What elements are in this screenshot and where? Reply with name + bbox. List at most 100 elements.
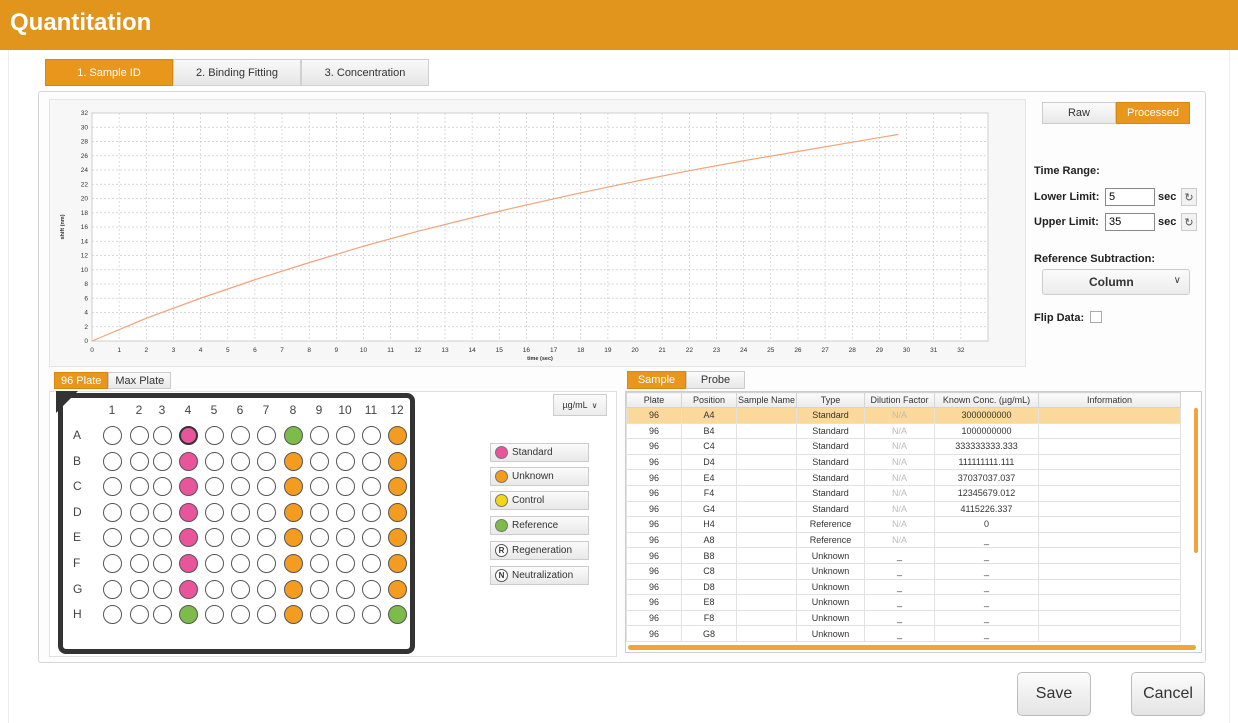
well-unknown[interactable] [283, 579, 303, 599]
unit-select[interactable]: µg/mL ∨ [553, 394, 607, 416]
well[interactable] [129, 527, 149, 547]
well[interactable] [152, 502, 172, 522]
well[interactable] [256, 604, 276, 624]
well[interactable] [309, 451, 329, 471]
reset-lower-icon[interactable]: ↻ [1181, 188, 1197, 206]
well[interactable] [230, 579, 250, 599]
well[interactable] [361, 502, 381, 522]
well-unknown[interactable] [283, 553, 303, 573]
tab-concentration[interactable]: 3. Concentration [301, 59, 429, 86]
plate-row-label[interactable]: F [73, 556, 87, 570]
well[interactable] [361, 476, 381, 496]
plate-row-label[interactable]: C [73, 479, 87, 493]
column-header[interactable]: Position [681, 392, 737, 408]
well[interactable] [152, 451, 172, 471]
well[interactable] [129, 579, 149, 599]
well[interactable] [204, 502, 224, 522]
well[interactable] [309, 579, 329, 599]
well[interactable] [204, 476, 224, 496]
well-reference[interactable] [283, 425, 303, 445]
well[interactable] [152, 425, 172, 445]
well[interactable] [129, 451, 149, 471]
well[interactable] [204, 425, 224, 445]
well[interactable] [102, 604, 122, 624]
plate-column-label[interactable]: 7 [256, 403, 276, 417]
table-row[interactable]: 96 D8 Unknown _ _ [626, 578, 1181, 596]
well[interactable] [361, 604, 381, 624]
legend-unknown-button[interactable]: Unknown [490, 467, 589, 486]
table-row[interactable]: 96 F8 Unknown _ _ [626, 609, 1181, 627]
well[interactable] [309, 604, 329, 624]
well[interactable] [230, 553, 250, 573]
table-row[interactable]: 96 B8 Unknown _ _ [626, 547, 1181, 564]
well[interactable] [102, 579, 122, 599]
tab-binding-fitting[interactable]: 2. Binding Fitting [173, 59, 301, 86]
well-unknown[interactable] [283, 451, 303, 471]
well[interactable] [204, 579, 224, 599]
table-row[interactable]: 96 B4 Standard N/A 1000000000 [626, 422, 1181, 440]
well[interactable] [230, 604, 250, 624]
well[interactable] [204, 604, 224, 624]
well-standard[interactable] [178, 502, 198, 522]
well-unknown[interactable] [283, 502, 303, 522]
well[interactable] [256, 425, 276, 445]
well[interactable] [152, 604, 172, 624]
tab-sample-id[interactable]: 1. Sample ID [45, 59, 173, 86]
well[interactable] [129, 604, 149, 624]
well[interactable] [361, 579, 381, 599]
well[interactable] [361, 527, 381, 547]
plate-column-label[interactable]: 3 [152, 403, 172, 417]
legend-standard-button[interactable]: Standard [490, 443, 589, 462]
well[interactable] [309, 476, 329, 496]
well[interactable] [230, 451, 250, 471]
well[interactable] [152, 579, 172, 599]
well[interactable] [256, 451, 276, 471]
legend-reference-button[interactable]: Reference [490, 516, 589, 535]
plate-column-label[interactable]: 10 [335, 403, 355, 417]
reference-subtraction-dropdown[interactable]: Column ∨ [1042, 269, 1190, 295]
plate-column-label[interactable]: 11 [361, 403, 381, 417]
well[interactable] [309, 502, 329, 522]
well[interactable] [335, 451, 355, 471]
well-standard[interactable] [178, 579, 198, 599]
well-unknown[interactable] [283, 527, 303, 547]
well-unknown[interactable] [387, 476, 407, 496]
column-header[interactable]: Sample Name [736, 392, 797, 408]
well[interactable] [230, 476, 250, 496]
lower-limit-input[interactable] [1105, 188, 1155, 206]
well[interactable] [102, 425, 122, 445]
well[interactable] [102, 451, 122, 471]
raw-button[interactable]: Raw [1042, 102, 1116, 124]
table-row[interactable]: 96 F4 Standard N/A 12345679.012 [626, 484, 1181, 502]
well-unknown[interactable] [387, 553, 407, 573]
well-reference[interactable] [387, 604, 407, 624]
legend-control-button[interactable]: Control [490, 491, 589, 510]
well-reference[interactable] [178, 604, 198, 624]
well[interactable] [335, 553, 355, 573]
table-horizontal-scrollbar[interactable] [628, 645, 1196, 650]
table-row[interactable]: 96 E8 Unknown _ _ [626, 594, 1181, 611]
well[interactable] [152, 553, 172, 573]
flip-data-checkbox[interactable] [1090, 311, 1102, 323]
plate-row-label[interactable]: H [73, 607, 87, 621]
well[interactable] [335, 425, 355, 445]
well-unknown[interactable] [387, 579, 407, 599]
well[interactable] [309, 425, 329, 445]
well[interactable] [361, 451, 381, 471]
plate-column-label[interactable]: 12 [387, 403, 407, 417]
well[interactable] [335, 579, 355, 599]
well[interactable] [361, 553, 381, 573]
well[interactable] [309, 527, 329, 547]
well[interactable] [256, 527, 276, 547]
table-row[interactable]: 96 G4 Standard N/A 4115226.337 [626, 500, 1181, 518]
well-standard[interactable] [178, 425, 198, 445]
well[interactable] [102, 476, 122, 496]
well[interactable] [152, 476, 172, 496]
well-standard[interactable] [178, 451, 198, 471]
well-standard[interactable] [178, 527, 198, 547]
well[interactable] [256, 579, 276, 599]
well[interactable] [256, 476, 276, 496]
tab-96-plate[interactable]: 96 Plate [54, 372, 109, 389]
well-standard[interactable] [178, 476, 198, 496]
table-row[interactable]: 96 A4 Standard N/A 3000000000 [626, 407, 1181, 424]
